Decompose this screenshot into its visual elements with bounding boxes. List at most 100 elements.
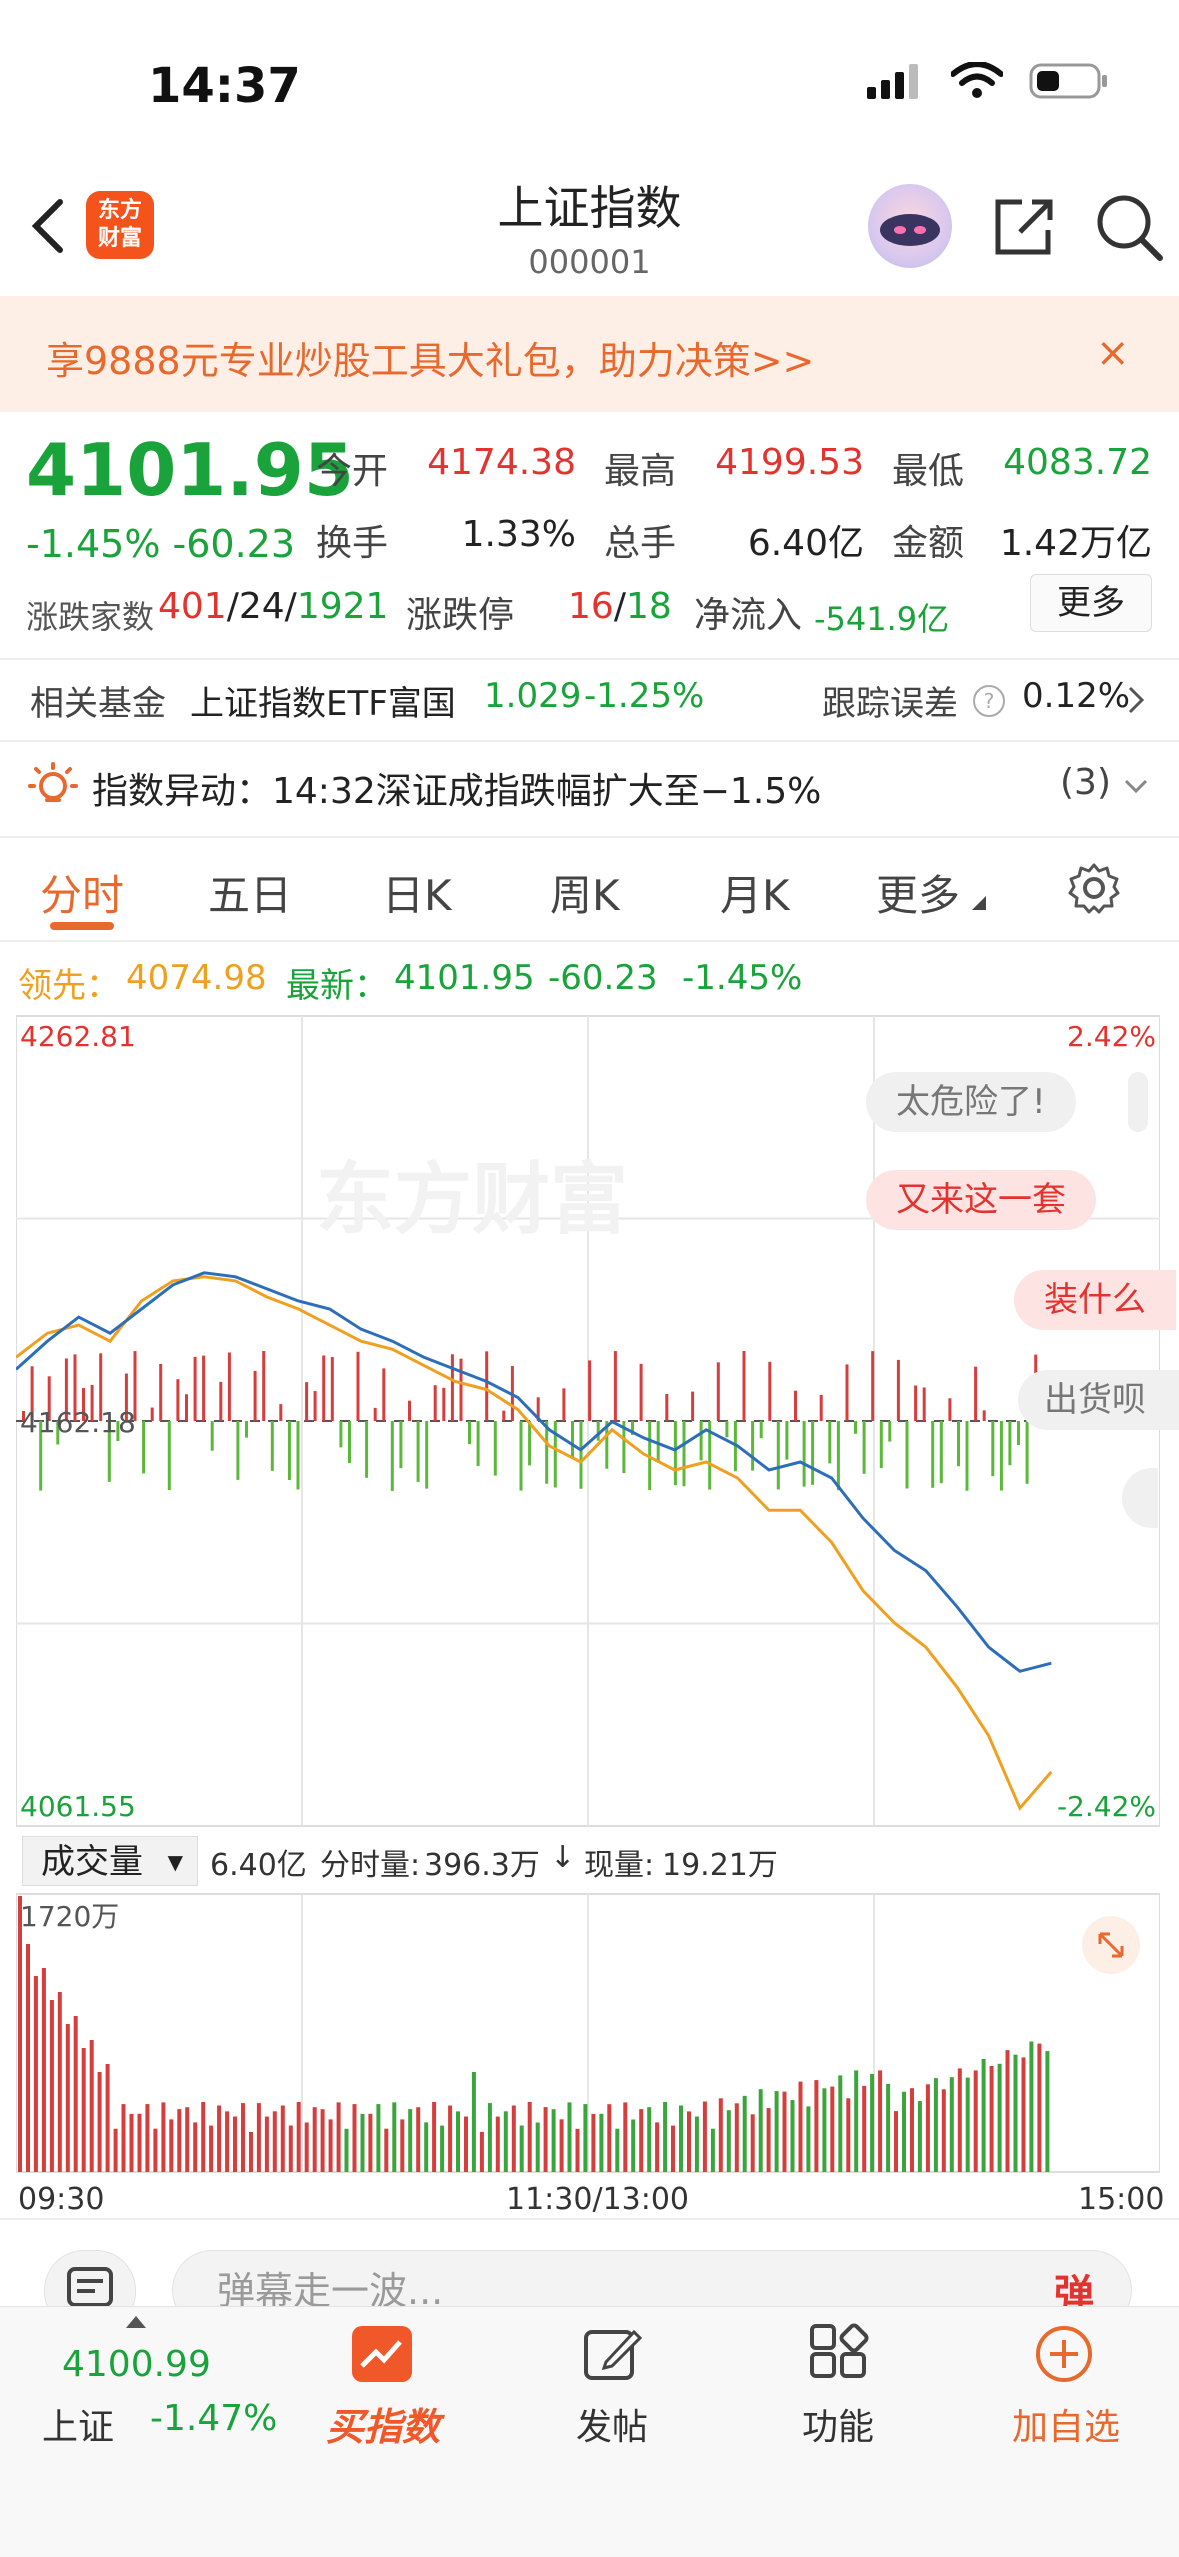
bottom-index-pct[interactable]: -1.47% bbox=[150, 2398, 277, 2439]
flow-bar bbox=[751, 1421, 755, 1471]
flow-bar bbox=[948, 1398, 952, 1422]
function-grid-icon[interactable] bbox=[808, 2322, 870, 2384]
volume-bar bbox=[328, 2119, 333, 2172]
flow-bar bbox=[450, 1354, 454, 1421]
volume-bar bbox=[559, 2119, 564, 2172]
active-tab-indicator bbox=[50, 922, 114, 930]
tab-intraday[interactable]: 分时 bbox=[40, 862, 124, 923]
volume-chart[interactable]: 1720万 bbox=[16, 1892, 1160, 2174]
settings-gear-icon[interactable] bbox=[1068, 862, 1120, 914]
danmu-bubble[interactable]: 出货呗 bbox=[1018, 1370, 1179, 1430]
track-error-label: 跟踪误差 bbox=[822, 684, 958, 724]
chevron-right-icon[interactable] bbox=[1126, 684, 1146, 716]
volume-bar bbox=[503, 2111, 508, 2172]
tab-more[interactable]: 更多 bbox=[876, 862, 960, 923]
index-alert-text[interactable]: 指数异动：14:32深证成指跌幅扩大至−1.5% bbox=[92, 762, 821, 814]
expand-button[interactable] bbox=[1082, 1916, 1140, 1974]
indicator-select-label: 成交量 bbox=[41, 1842, 143, 1882]
flow-bar bbox=[227, 1352, 231, 1421]
close-icon[interactable]: × bbox=[1096, 330, 1130, 376]
volume-bar bbox=[1037, 2043, 1042, 2172]
bottom-index-value[interactable]: 4100.99 bbox=[62, 2344, 211, 2385]
volume-bar bbox=[1021, 2057, 1026, 2172]
volume-bar bbox=[551, 2109, 556, 2172]
volume-bar bbox=[137, 2113, 142, 2172]
volume-bars bbox=[18, 1896, 1050, 2172]
tab-daily-k[interactable]: 日K bbox=[382, 862, 452, 923]
alert-count[interactable]: (3) bbox=[1060, 762, 1111, 803]
volume-bar bbox=[671, 2125, 675, 2172]
flow-bar bbox=[202, 1355, 206, 1422]
danmu-bubble[interactable]: 太危险了! bbox=[866, 1072, 1076, 1132]
volume-bar bbox=[782, 2091, 787, 2172]
latest-line bbox=[16, 1271, 1052, 1673]
ai-assistant-avatar[interactable] bbox=[868, 184, 952, 268]
robot-icon bbox=[880, 214, 940, 246]
volume-bar bbox=[448, 2105, 453, 2172]
fund-name[interactable]: 上证指数ETF富国 bbox=[190, 676, 456, 725]
volume-bar bbox=[583, 2104, 588, 2172]
search-icon[interactable] bbox=[1094, 192, 1164, 262]
indicator-select[interactable]: 成交量 ▼ bbox=[22, 1836, 198, 1886]
limit-down: 18 bbox=[625, 586, 672, 627]
flow-bar bbox=[931, 1421, 935, 1488]
period-volume-value: 396.3万 bbox=[424, 1848, 540, 1883]
tab-monthly-k[interactable]: 月K bbox=[720, 862, 790, 923]
pct-tick-high: 2.42% bbox=[1067, 1020, 1156, 1053]
flow-bar bbox=[699, 1421, 703, 1461]
volume-bar bbox=[639, 2109, 644, 2172]
open-value: 4174.38 bbox=[427, 442, 576, 483]
volume-bar bbox=[145, 2104, 150, 2172]
volume-bar bbox=[344, 2128, 349, 2172]
flow-bar bbox=[965, 1421, 969, 1491]
volume-bar bbox=[201, 2102, 206, 2172]
flow-bar bbox=[468, 1421, 471, 1445]
flow-bar bbox=[819, 1394, 823, 1421]
latest-label: 最新： bbox=[286, 966, 388, 1006]
volume-bar bbox=[392, 2102, 397, 2172]
tab-five-day[interactable]: 五日 bbox=[208, 862, 292, 923]
add-watchlist-label[interactable]: 加自选 bbox=[1004, 2398, 1128, 2450]
bottom-index-name[interactable]: 上证 bbox=[42, 2398, 114, 2450]
flow-bar bbox=[245, 1421, 248, 1438]
pct-tick-low: -2.42% bbox=[1057, 1790, 1156, 1823]
volume-bar bbox=[121, 2104, 126, 2172]
fund-price: 1.029 bbox=[484, 676, 582, 716]
flow-bar bbox=[691, 1391, 695, 1422]
flow-bar bbox=[253, 1370, 257, 1422]
volume-bar bbox=[878, 2070, 883, 2172]
volume-bar bbox=[304, 2122, 309, 2172]
danmu-bubble[interactable]: 又来这一套 bbox=[866, 1170, 1096, 1230]
x-tick-midday: 11:30/13:00 bbox=[506, 2182, 690, 2217]
chevron-down-icon[interactable] bbox=[1124, 778, 1148, 794]
x-tick-open: 09:30 bbox=[18, 2182, 105, 2217]
tab-weekly-k[interactable]: 周K bbox=[550, 862, 620, 923]
intraday-price-chart[interactable]: 东方财富 4262.81 4162.18 4061.55 2.42% -2.42… bbox=[16, 1012, 1160, 1834]
status-time: 14:37 bbox=[148, 58, 301, 114]
volume-bar bbox=[941, 2089, 946, 2172]
flow-bar bbox=[588, 1360, 592, 1421]
volume-bar bbox=[113, 2128, 118, 2172]
danmu-bubble[interactable]: 装什么 bbox=[1014, 1270, 1176, 1330]
edit-post-icon[interactable] bbox=[582, 2324, 642, 2384]
buy-index-button[interactable] bbox=[352, 2326, 412, 2382]
volume-bar bbox=[902, 2091, 906, 2172]
add-watchlist-icon[interactable] bbox=[1034, 2324, 1094, 2384]
period-volume-label: 分时量: bbox=[320, 1848, 421, 1883]
flow-bar bbox=[142, 1421, 146, 1474]
volume-bar bbox=[973, 2070, 978, 2172]
volume-bar bbox=[734, 2103, 739, 2172]
volume-bar bbox=[384, 2128, 389, 2172]
post-label[interactable]: 发帖 bbox=[570, 2398, 654, 2450]
buy-index-label[interactable]: 买指数 bbox=[326, 2396, 440, 2451]
function-label[interactable]: 功能 bbox=[796, 2398, 880, 2450]
more-button[interactable]: 更多 bbox=[1030, 574, 1152, 632]
volume-bar bbox=[679, 2105, 683, 2172]
volume-bar bbox=[591, 2113, 596, 2172]
flow-bar bbox=[545, 1421, 549, 1484]
help-icon[interactable]: ? bbox=[972, 684, 1006, 718]
promo-text[interactable]: 享9888元专业炒股工具大礼包，助力决策>> bbox=[46, 330, 814, 385]
flow-bar bbox=[399, 1421, 403, 1469]
share-icon[interactable] bbox=[992, 196, 1058, 258]
flow-bar bbox=[828, 1421, 832, 1464]
